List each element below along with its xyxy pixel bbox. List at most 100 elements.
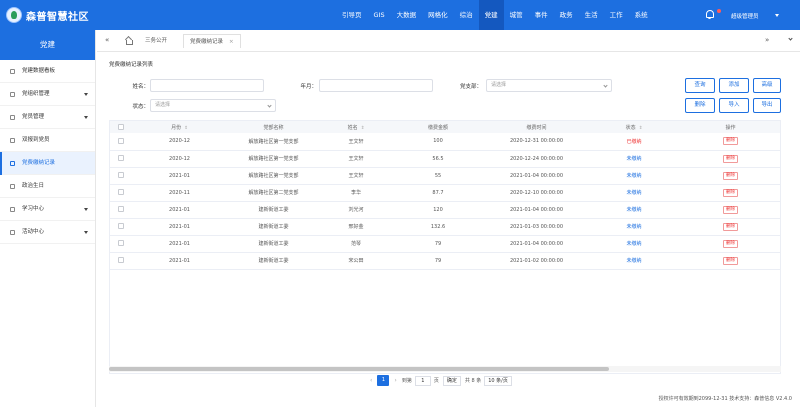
name-input-field[interactable]	[155, 80, 263, 91]
row-checkbox[interactable]	[118, 172, 124, 179]
row-delete-button[interactable]: 删除	[723, 256, 738, 265]
delete-button[interactable]: 删除	[685, 98, 715, 113]
select-all-checkbox[interactable]	[118, 123, 124, 130]
next-page-icon[interactable]: ›	[394, 377, 396, 384]
sort-icon[interactable]: ⇕	[184, 126, 188, 131]
nav-item[interactable]: 大数据	[391, 0, 423, 30]
row-checkbox[interactable]	[118, 223, 124, 230]
sidebar-item[interactable]: 党费缴纳记录	[0, 152, 95, 175]
name-input[interactable]	[150, 79, 264, 92]
cell-action: 删除	[679, 167, 780, 184]
prev-page-icon[interactable]: ‹	[370, 377, 372, 384]
chevron-down-icon[interactable]	[788, 36, 793, 41]
column-header-name[interactable]: 姓名 ⇕	[320, 121, 392, 133]
page-size-select[interactable]: 10 条/页	[484, 375, 512, 386]
row-checkbox[interactable]	[118, 240, 124, 247]
cell-month: 2021-01	[169, 257, 190, 264]
chevron-down-icon[interactable]	[775, 14, 779, 17]
brand-title: 森普智慧社区	[26, 12, 89, 23]
row-checkbox[interactable]	[118, 155, 124, 162]
pagination: ‹ 1 › 到第 1 页 确定 共 8 条 10 条/页	[365, 374, 512, 387]
advanced-button[interactable]: 高级	[753, 78, 781, 93]
nav-item[interactable]: GIS	[368, 0, 391, 30]
cell-status: 未缴纳	[589, 235, 679, 252]
nav-item[interactable]: 工作	[604, 0, 629, 30]
add-button[interactable]: 添加	[719, 78, 749, 93]
bell-icon[interactable]	[705, 10, 714, 19]
cell-amount: 79	[434, 240, 442, 247]
sidebar-item-label: 双报到党员	[22, 137, 50, 143]
branch-select[interactable]: 请选择	[486, 79, 612, 92]
row-checkbox[interactable]	[118, 257, 124, 264]
row-delete-button[interactable]: 删除	[723, 137, 738, 146]
sidebar-item[interactable]: 活动中心	[0, 221, 95, 244]
sidebar-item[interactable]: 政治生日	[0, 175, 95, 198]
sidebar-item[interactable]: 党组织管理	[0, 83, 95, 106]
month-input-field[interactable]	[324, 80, 432, 91]
goto-page-input[interactable]: 1	[414, 375, 431, 386]
row-delete-button[interactable]: 删除	[723, 188, 738, 197]
main-nav: 引导页 GIS 大数据 网格化 综治 党建 城管 事件 政务 生活 工作 系统	[336, 0, 654, 30]
nav-item[interactable]: 事件	[529, 0, 554, 30]
sort-icon[interactable]: ⇕	[639, 126, 643, 131]
row-checkbox[interactable]	[118, 138, 124, 144]
cell-month: 2020-12	[169, 138, 190, 145]
row-delete-button[interactable]: 删除	[723, 239, 738, 248]
user-name[interactable]: 超级管理员	[731, 12, 759, 20]
cell-action: 删除	[679, 201, 780, 218]
close-icon[interactable]: ×	[229, 35, 234, 49]
goto-confirm-button[interactable]: 确定	[442, 375, 461, 386]
column-header-month[interactable]: 月份 ⇕	[132, 121, 227, 133]
sidebar-item-label: 学习中心	[22, 206, 45, 212]
horizontal-scrollbar[interactable]	[109, 366, 781, 372]
import-button[interactable]: 导入	[719, 98, 749, 113]
chevron-down-icon	[84, 116, 88, 119]
cell-action: 删除	[679, 150, 780, 167]
cell-time: 2021-01-03 00:00:00	[509, 223, 564, 230]
export-button[interactable]: 导出	[753, 98, 781, 113]
nav-item[interactable]: 党建	[478, 0, 504, 30]
row-delete-button[interactable]: 删除	[723, 154, 738, 163]
row-checkbox[interactable]	[118, 189, 124, 196]
nav-item[interactable]: 政务	[554, 0, 579, 30]
tab-sanwu[interactable]: 三务公开	[139, 34, 173, 48]
tab-party-fee[interactable]: 党费缴纳记录 ×	[183, 34, 241, 48]
sidebar-item[interactable]: 双报到党员	[0, 129, 95, 152]
home-icon[interactable]	[125, 37, 133, 45]
sidebar-item[interactable]: 学习中心	[0, 198, 95, 221]
branch-placeholder: 请选择	[491, 82, 507, 88]
scrollbar-thumb[interactable]	[109, 367, 609, 371]
nav-item[interactable]: 系统	[629, 0, 654, 30]
tabs-scroll-right-icon[interactable]: »	[765, 36, 769, 45]
nav-item[interactable]: 生活	[579, 0, 604, 30]
row-delete-button[interactable]: 删除	[723, 171, 738, 180]
sidebar-item[interactable]: 党员管理	[0, 106, 95, 129]
nav-item[interactable]: 城管	[504, 0, 529, 30]
row-delete-button[interactable]: 删除	[723, 222, 738, 231]
cell-time: 2020-12-10 00:00:00	[509, 189, 564, 196]
cell-time: 2020-12-24 00:00:00	[509, 155, 564, 162]
chevron-down-icon	[267, 103, 272, 108]
cell-action: 删除	[679, 235, 780, 252]
cell-time: 2021-01-04 00:00:00	[509, 206, 564, 213]
nav-item[interactable]: 综治	[454, 0, 479, 30]
row-delete-button[interactable]: 删除	[723, 205, 738, 214]
top-header: 森普智慧社区 引导页 GIS 大数据 网格化 综治 党建 城管 事件 政务 生活 工作 系统 超级管理…	[0, 0, 800, 30]
month-input[interactable]	[319, 79, 433, 92]
status-badge: 未缴纳	[626, 258, 642, 264]
sidebar: 党建 党建数据看板 党组织管理 党员管理 双报到党员 党费缴纳记录 政治生日 学习中心 活动中…	[0, 30, 96, 407]
column-header-status[interactable]: 状态 ⇕	[589, 121, 679, 133]
sidebar-item-label: 党费缴纳记录	[22, 160, 56, 166]
query-button[interactable]: 查询	[685, 78, 715, 93]
cell-branch: 建新街道工委	[258, 258, 289, 264]
nav-item[interactable]: 网格化	[422, 0, 454, 30]
sidebar-item-label: 党组织管理	[22, 91, 50, 97]
tabs-scroll-left-icon[interactable]: «	[105, 36, 109, 45]
sidebar-item[interactable]: 党建数据看板	[0, 60, 95, 83]
nav-item[interactable]: 引导页	[336, 0, 368, 30]
page-number-current[interactable]: 1	[377, 375, 390, 386]
status-select[interactable]: 请选择	[150, 99, 276, 112]
sort-icon[interactable]: ⇕	[361, 126, 365, 131]
row-checkbox[interactable]	[118, 206, 124, 213]
cell-branch: 建新街道工委	[258, 241, 289, 247]
